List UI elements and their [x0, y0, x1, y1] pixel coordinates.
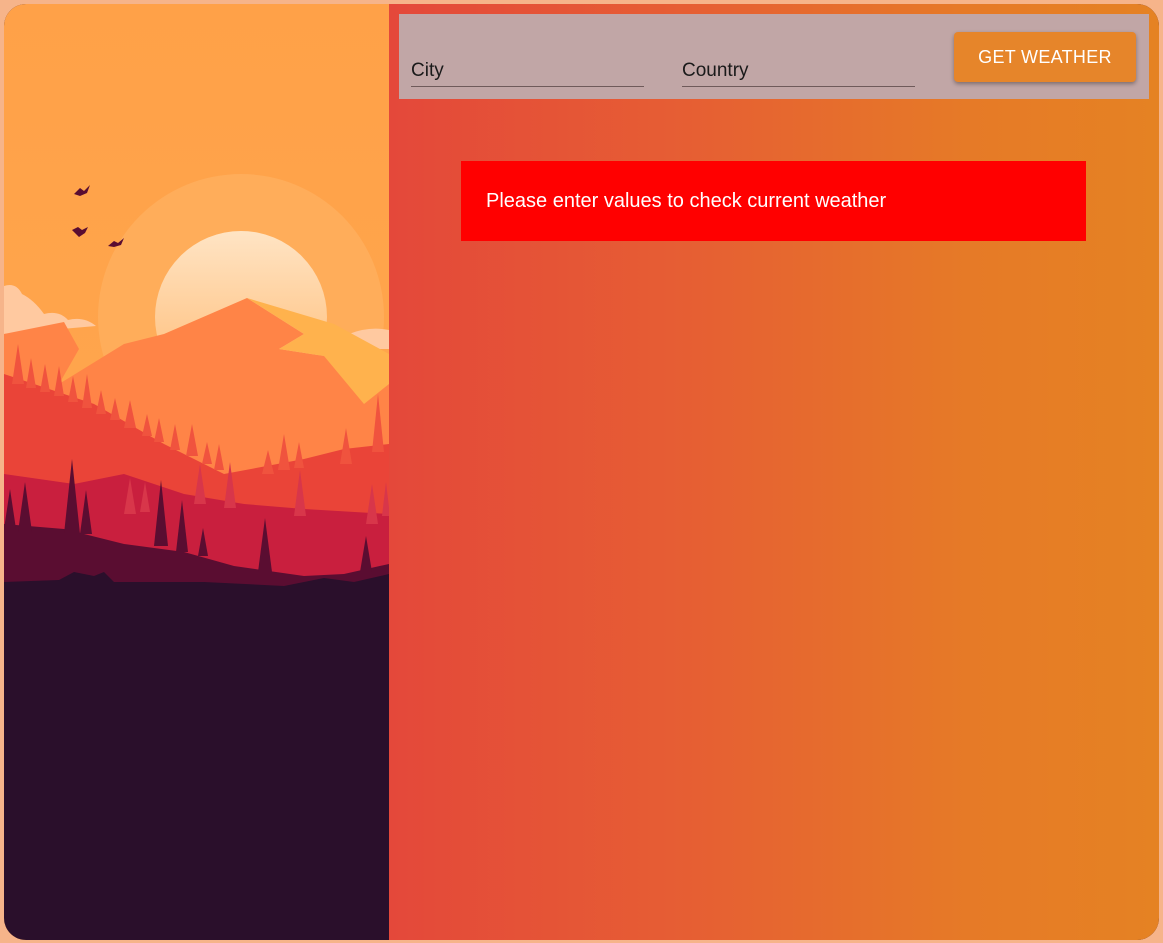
- error-alert: Please enter values to check current wea…: [461, 161, 1086, 241]
- city-field[interactable]: [411, 44, 644, 87]
- weather-panel: GET WEATHER Please enter values to check…: [389, 4, 1159, 940]
- get-weather-button[interactable]: GET WEATHER: [954, 32, 1136, 82]
- sunset-landscape-illustration: [4, 4, 389, 940]
- alert-message: Please enter values to check current wea…: [486, 189, 887, 212]
- city-input[interactable]: [411, 60, 644, 82]
- weather-app: GET WEATHER Please enter values to check…: [4, 4, 1159, 940]
- country-input[interactable]: [682, 60, 915, 82]
- search-bar: GET WEATHER: [399, 14, 1149, 99]
- country-field[interactable]: [682, 44, 915, 87]
